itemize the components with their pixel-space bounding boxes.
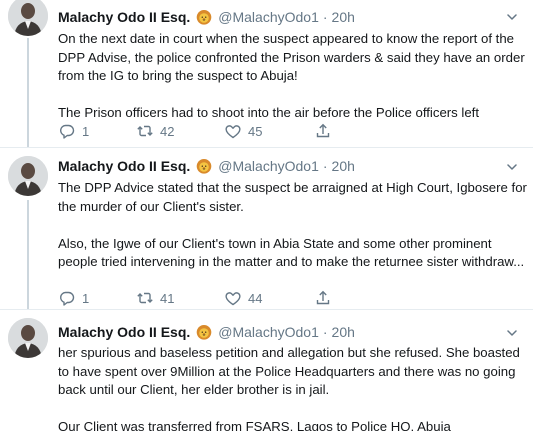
tweet[interactable]: Malachy Odo II Esq. @MalachyOdo1 · 20h T…	[0, 148, 533, 310]
chevron-down-icon[interactable]	[505, 10, 519, 24]
share-icon	[314, 122, 332, 140]
separator-dot: ·	[322, 158, 328, 174]
reply-icon	[58, 289, 76, 307]
heart-icon	[224, 122, 242, 140]
tweet-paragraph: On the next date in court when the suspe…	[58, 31, 525, 84]
retweet-icon	[136, 122, 154, 140]
tweet-text: The DPP Advice stated that the suspect b…	[58, 179, 528, 272]
thread-line	[27, 200, 29, 310]
lion-emoji-icon	[196, 9, 212, 25]
reply-count: 1	[82, 123, 90, 139]
tweet-actions: 1 42 45	[58, 122, 332, 140]
chevron-down-icon[interactable]	[505, 160, 519, 174]
tweet-paragraph: Also, the Igwe of our Client's town in A…	[58, 235, 525, 270]
tweet-paragraph: Our Client was transferred from FSARS, L…	[58, 419, 451, 431]
avatar[interactable]	[8, 318, 48, 358]
timestamp[interactable]: 20h	[332, 157, 355, 175]
reply-icon	[58, 122, 76, 140]
like-button[interactable]: 45	[224, 122, 314, 140]
author-name[interactable]: Malachy Odo II Esq.	[58, 157, 190, 175]
like-button[interactable]: 44	[224, 289, 314, 307]
tweet-header: Malachy Odo II Esq. @MalachyOdo1 · 20h	[58, 8, 355, 26]
author-name[interactable]: Malachy Odo II Esq.	[58, 323, 190, 341]
tweet-paragraph: The DPP Advice stated that the suspect b…	[58, 180, 527, 214]
heart-icon	[224, 289, 242, 307]
tweet-header: Malachy Odo II Esq. @MalachyOdo1 · 20h	[58, 323, 355, 341]
share-button[interactable]	[314, 289, 332, 307]
like-count: 45	[248, 123, 263, 139]
retweet-button[interactable]: 42	[136, 122, 224, 140]
tweet[interactable]: Malachy Odo II Esq. @MalachyOdo1 · 20h h…	[0, 310, 533, 431]
thread-line	[27, 38, 29, 148]
avatar[interactable]	[8, 0, 48, 36]
tweet-paragraph: her spurious and baseless petition and a…	[58, 345, 520, 398]
timestamp[interactable]: 20h	[332, 8, 355, 26]
author-handle[interactable]: @MalachyOdo1	[218, 323, 319, 341]
tweet-text: On the next date in court when the suspe…	[58, 30, 528, 123]
retweet-icon	[136, 289, 154, 307]
author-handle[interactable]: @MalachyOdo1	[218, 8, 319, 26]
share-button[interactable]	[314, 122, 332, 140]
retweet-count: 41	[160, 290, 175, 306]
separator-dot: ·	[322, 9, 328, 25]
retweet-count: 42	[160, 123, 175, 139]
reply-button[interactable]: 1	[58, 122, 136, 140]
separator-dot: ·	[322, 324, 328, 340]
author-handle[interactable]: @MalachyOdo1	[218, 157, 319, 175]
reply-count: 1	[82, 290, 90, 306]
share-icon	[314, 289, 332, 307]
timestamp[interactable]: 20h	[332, 323, 355, 341]
retweet-button[interactable]: 41	[136, 289, 224, 307]
tweet-text: her spurious and baseless petition and a…	[58, 344, 528, 431]
tweet-paragraph: The Prison officers had to shoot into th…	[58, 105, 480, 121]
avatar[interactable]	[8, 156, 48, 196]
lion-emoji-icon	[196, 324, 212, 340]
tweet-actions: 1 41 44	[58, 289, 332, 307]
reply-button[interactable]: 1	[58, 289, 136, 307]
author-name[interactable]: Malachy Odo II Esq.	[58, 8, 190, 26]
tweet-header: Malachy Odo II Esq. @MalachyOdo1 · 20h	[58, 157, 355, 175]
tweet[interactable]: Malachy Odo II Esq. @MalachyOdo1 · 20h O…	[0, 0, 533, 148]
lion-emoji-icon	[196, 158, 212, 174]
like-count: 44	[248, 290, 263, 306]
chevron-down-icon[interactable]	[505, 326, 519, 340]
